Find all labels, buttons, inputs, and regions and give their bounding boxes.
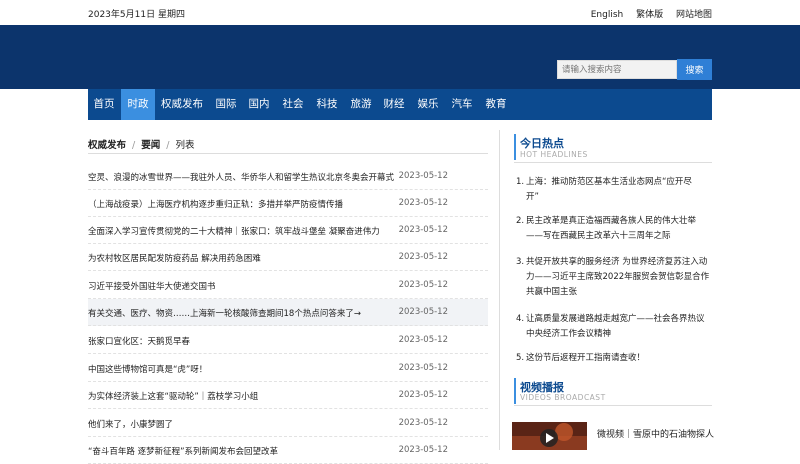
breadcrumb-separator: / <box>166 140 170 151</box>
hot-item-line: 这份节后返程开工指南请查收！ <box>526 353 646 363</box>
hot-item-number: 1. <box>516 177 525 187</box>
video-thumbnail-image <box>512 422 587 450</box>
hot-item-line: 民主改革是真正造福西藏各族人民的伟大壮举 <box>526 216 697 226</box>
top-bar: 2023年5月11日 星期四 English 繁体版 网站地图 <box>0 0 800 25</box>
nav-item-domestic[interactable]: 国内 <box>244 89 274 120</box>
breadcrumb-divider <box>88 153 488 154</box>
nav-item-international[interactable]: 国际 <box>211 89 241 120</box>
hot-item[interactable]: 5. 这份节后返程开工指南请查收！ <box>516 351 712 366</box>
hot-item-line: 共促开放共享的服务经济 为世界经济复苏注入动 <box>526 257 708 267</box>
news-item-hovered[interactable]: 有关交通、医疗、物资……上海新一轮核酸筛查期间18个热点问答来了→ 2023-05… <box>88 299 488 326</box>
hot-item-line: ——写在西藏民主改革六十三周年之际 <box>526 231 671 241</box>
main-nav: 首页 时政 权威发布 国际 国内 社会 科技 旅游 财经 娱乐 汽车 教育 <box>88 89 712 120</box>
top-links: English 繁体版 网站地图 <box>581 7 712 20</box>
news-title: 为实体经济装上这套“驱动轮”｜荔枝学习小组 <box>88 392 259 402</box>
hot-section-divider <box>514 162 712 163</box>
news-item[interactable]: “奋斗百年路 逐梦新征程”系列新闻发布会回望改革 2023-05-12 <box>88 437 488 464</box>
news-title: 有关交通、医疗、物资……上海新一轮核酸筛查期间18个热点问答来了→ <box>88 309 361 319</box>
video-section-divider <box>514 405 712 406</box>
nav-item-politics[interactable]: 时政 <box>121 89 155 120</box>
nav-item-entertainment[interactable]: 娱乐 <box>413 89 443 120</box>
news-item[interactable]: （上海战疫录）上海医疗机构逐步重归正轨：多措并举严防疫情传播 2023-05-12 <box>88 190 488 217</box>
breadcrumb-item: 列表 <box>175 140 195 151</box>
news-date: 2023-05-12 <box>398 171 448 181</box>
breadcrumb-item[interactable]: 权威发布 <box>88 140 126 151</box>
news-item[interactable]: 空灵、浪漫的冰雪世界——我驻外人员、华侨华人和留学生热议北京冬奥会开幕式 2023… <box>88 163 488 190</box>
hot-item[interactable]: 3. 共促开放共享的服务经济 为世界经济复苏注入动 力——习近平主席致2022年… <box>516 255 712 300</box>
video-section-bar <box>514 378 516 404</box>
current-date: 2023年5月11日 星期四 <box>88 10 185 20</box>
news-item[interactable]: 为实体经济装上这套“驱动轮”｜荔枝学习小组 2023-05-12 <box>88 382 488 409</box>
news-title: 他们来了，小康梦圆了 <box>88 420 174 430</box>
hot-item-line: 让高质量发展道路越走越宽广——社会各界热议 <box>526 314 705 324</box>
traditional-chinese-link[interactable]: 繁体版 <box>636 10 663 20</box>
video-thumbnail[interactable] <box>512 422 587 450</box>
news-date: 2023-05-12 <box>398 335 448 345</box>
news-date: 2023-05-12 <box>398 225 448 235</box>
nav-item-home[interactable]: 首页 <box>88 89 120 120</box>
nav-item-tech[interactable]: 科技 <box>312 89 342 120</box>
hot-item-line: 开” <box>526 192 539 202</box>
hot-item[interactable]: 2. 民主改革是真正造福西藏各族人民的伟大壮举 ——写在西藏民主改革六十三周年之… <box>516 214 712 244</box>
news-title: “奋斗百年路 逐梦新征程”系列新闻发布会回望改革 <box>88 447 279 457</box>
news-item[interactable]: 张家口宣化区：天鹅觅早春 2023-05-12 <box>88 327 488 354</box>
nav-item-finance[interactable]: 财经 <box>379 89 409 120</box>
video-title[interactable]: 微视频｜雪原中的石油物探人 <box>597 427 714 440</box>
news-item[interactable]: 习近平接受外国驻华大使递交国书 2023-05-12 <box>88 272 488 299</box>
hot-item[interactable]: 4. 让高质量发展道路越走越宽广——社会各界热议 中央经济工作会议精神 <box>516 312 712 342</box>
breadcrumb-separator: / <box>132 140 136 151</box>
news-date: 2023-05-12 <box>398 390 448 400</box>
breadcrumb-item[interactable]: 要闻 <box>141 140 160 151</box>
hot-item-line: 上海：推动防范区基本生活业态网点“应开尽 <box>526 177 692 187</box>
news-item[interactable]: 中国这些博物馆可真是“虎”呀！ 2023-05-12 <box>88 355 488 382</box>
news-date: 2023-05-12 <box>398 418 448 428</box>
column-divider <box>499 130 500 450</box>
search-button[interactable]: 搜索 <box>677 59 712 80</box>
news-title: 中国这些博物馆可真是“虎”呀！ <box>88 365 208 375</box>
news-title: 全面深入学习宣传贯彻党的二十大精神｜张家口：筑牢战斗堡垒 凝聚奋进伟力 <box>88 227 380 237</box>
hot-item-number: 5. <box>516 353 525 363</box>
news-title: 为农村牧区居民配发防疫药品 解决用药急困难 <box>88 254 261 264</box>
hot-item-line: 共赢中国主张 <box>526 287 578 297</box>
english-link[interactable]: English <box>591 10 624 20</box>
news-title: 空灵、浪漫的冰雪世界——我驻外人员、华侨华人和留学生热议北京冬奥会开幕式 <box>88 173 395 183</box>
nav-item-auto[interactable]: 汽车 <box>447 89 477 120</box>
hot-section-bar <box>514 134 516 160</box>
news-date: 2023-05-12 <box>398 252 448 262</box>
hot-section-title: 今日热点 <box>520 137 564 150</box>
news-item[interactable]: 为农村牧区居民配发防疫药品 解决用药急困难 2023-05-12 <box>88 244 488 271</box>
sitemap-link[interactable]: 网站地图 <box>676 10 712 20</box>
news-date: 2023-05-12 <box>398 363 448 373</box>
news-date: 2023-05-12 <box>398 307 448 317</box>
news-date: 2023-05-12 <box>398 445 448 455</box>
nav-item-education[interactable]: 教育 <box>481 89 511 120</box>
news-title: 习近平接受外国驻华大使递交国书 <box>88 282 216 292</box>
nav-item-authoritative[interactable]: 权威发布 <box>157 89 207 120</box>
nav-item-travel[interactable]: 旅游 <box>346 89 376 120</box>
hot-item-number: 2. <box>516 216 525 226</box>
hot-item[interactable]: 1. 上海：推动防范区基本生活业态网点“应开尽 开” <box>516 175 712 205</box>
nav-item-society[interactable]: 社会 <box>278 89 308 120</box>
news-date: 2023-05-12 <box>398 280 448 290</box>
hot-section-subtitle: HOT HEADLINES <box>520 150 588 159</box>
hot-item-number: 3. <box>516 257 525 267</box>
news-item[interactable]: 全面深入学习宣传贯彻党的二十大精神｜张家口：筑牢战斗堡垒 凝聚奋进伟力 2023-… <box>88 217 488 244</box>
breadcrumb: 权威发布 / 要闻 / 列表 <box>88 137 194 151</box>
news-item[interactable]: 他们来了，小康梦圆了 2023-05-12 <box>88 410 488 437</box>
hot-item-line: 力——习近平主席致2022年服贸会贺信彰显合作 <box>526 272 710 282</box>
news-date: 2023-05-12 <box>398 198 448 208</box>
search-input[interactable] <box>557 60 677 79</box>
hot-item-number: 4. <box>516 314 525 324</box>
news-title: 张家口宣化区：天鹅觅早春 <box>88 337 191 347</box>
news-title: （上海战疫录）上海医疗机构逐步重归正轨：多措并举严防疫情传播 <box>88 200 344 210</box>
hot-item-line: 中央经济工作会议精神 <box>526 329 612 339</box>
video-section-subtitle: VIDEOS BROADCAST <box>520 393 606 402</box>
